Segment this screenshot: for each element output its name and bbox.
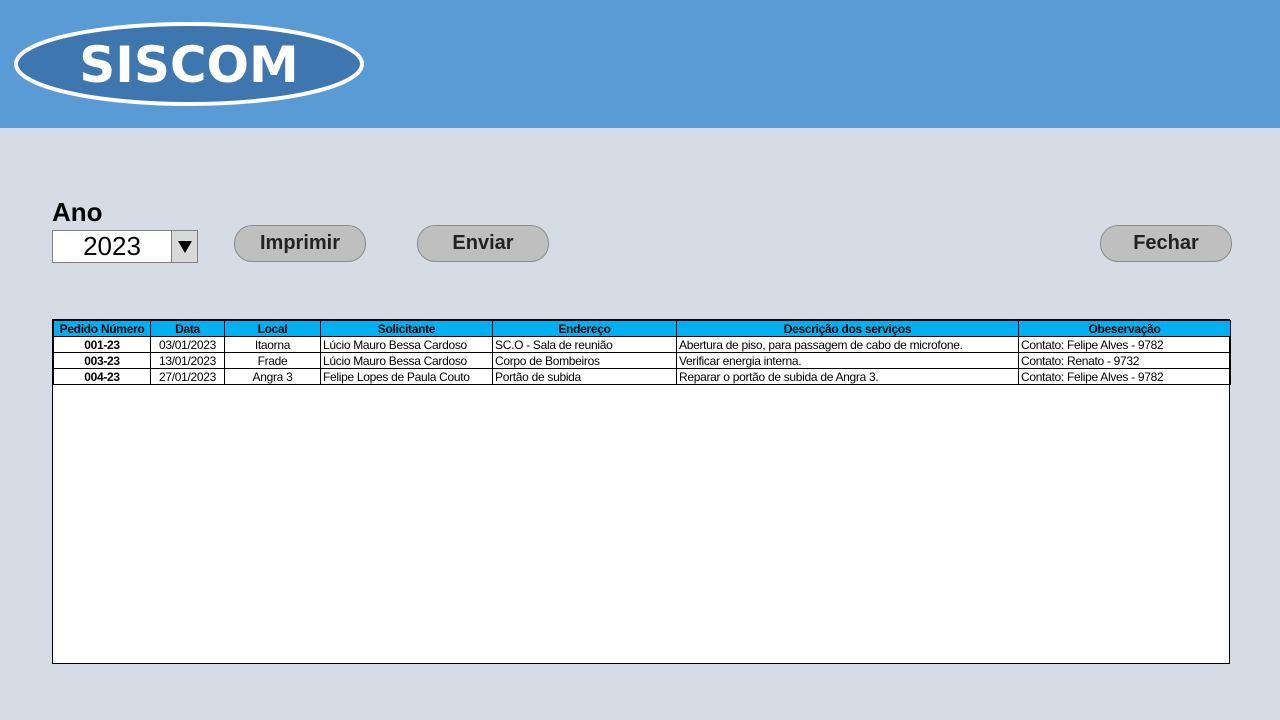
table-row[interactable]: 001-23 03/01/2023 Itaorna Lúcio Mauro Be… [53,336,1231,353]
date-cell: 27/01/2023 [150,368,225,385]
column-header: Data [150,320,225,337]
observation-cell: Contato: Renato - 9732 [1018,352,1231,369]
table-header-row: Pedido Número Data Local Solicitante End… [53,320,1231,337]
orders-table: Pedido Número Data Local Solicitante End… [53,320,1231,385]
address-cell: Corpo de Bombeiros [492,352,677,369]
column-header: Obeservação [1018,320,1231,337]
year-label: Ano [52,197,103,227]
address-cell: SC.O - Sala de reunião [492,336,677,353]
fechar-button[interactable]: Fechar [1100,225,1232,262]
order-number-cell: 004-23 [53,368,151,385]
requester-cell: Lúcio Mauro Bessa Cardoso [320,352,493,369]
column-header: Descrição dos serviços [676,320,1019,337]
column-header: Local [224,320,321,337]
observation-cell: Contato: Felipe Alves - 9782 [1018,336,1231,353]
address-cell: Portão de subida [492,368,677,385]
app-header: SISCOM [0,0,1280,128]
orders-list[interactable]: Pedido Número Data Local Solicitante End… [52,319,1231,664]
triangle-down-icon [177,240,192,253]
description-cell: Verificar energia interna. [676,352,1019,369]
description-cell: Abertura de piso, para passagem de cabo … [676,336,1019,353]
siscom-logo: SISCOM [13,21,365,107]
table-row[interactable]: 003-23 13/01/2023 Frade Lúcio Mauro Bess… [53,352,1231,369]
location-cell: Itaorna [224,336,321,353]
column-header: Pedido Número [53,320,151,337]
enviar-button[interactable]: Enviar [417,225,549,262]
location-cell: Angra 3 [224,368,321,385]
observation-cell: Contato: Felipe Alves - 9782 [1018,368,1231,385]
column-header: Endereço [492,320,677,337]
requester-cell: Felipe Lopes de Paula Couto [320,368,493,385]
column-header: Solicitante [320,320,493,337]
date-cell: 03/01/2023 [150,336,225,353]
table-row[interactable]: 004-23 27/01/2023 Angra 3 Felipe Lopes d… [53,368,1231,385]
requester-cell: Lúcio Mauro Bessa Cardoso [320,336,493,353]
imprimir-button[interactable]: Imprimir [234,225,366,262]
year-dropdown[interactable]: 2023 [52,230,198,263]
location-cell: Frade [224,352,321,369]
logo-text: SISCOM [79,36,299,94]
description-cell: Reparar o portão de subida de Angra 3. [676,368,1019,385]
date-cell: 13/01/2023 [150,352,225,369]
order-number-cell: 003-23 [53,352,151,369]
order-number-cell: 001-23 [53,336,151,353]
year-dropdown-value: 2023 [83,231,141,261]
dropdown-arrow-button[interactable] [171,231,197,262]
